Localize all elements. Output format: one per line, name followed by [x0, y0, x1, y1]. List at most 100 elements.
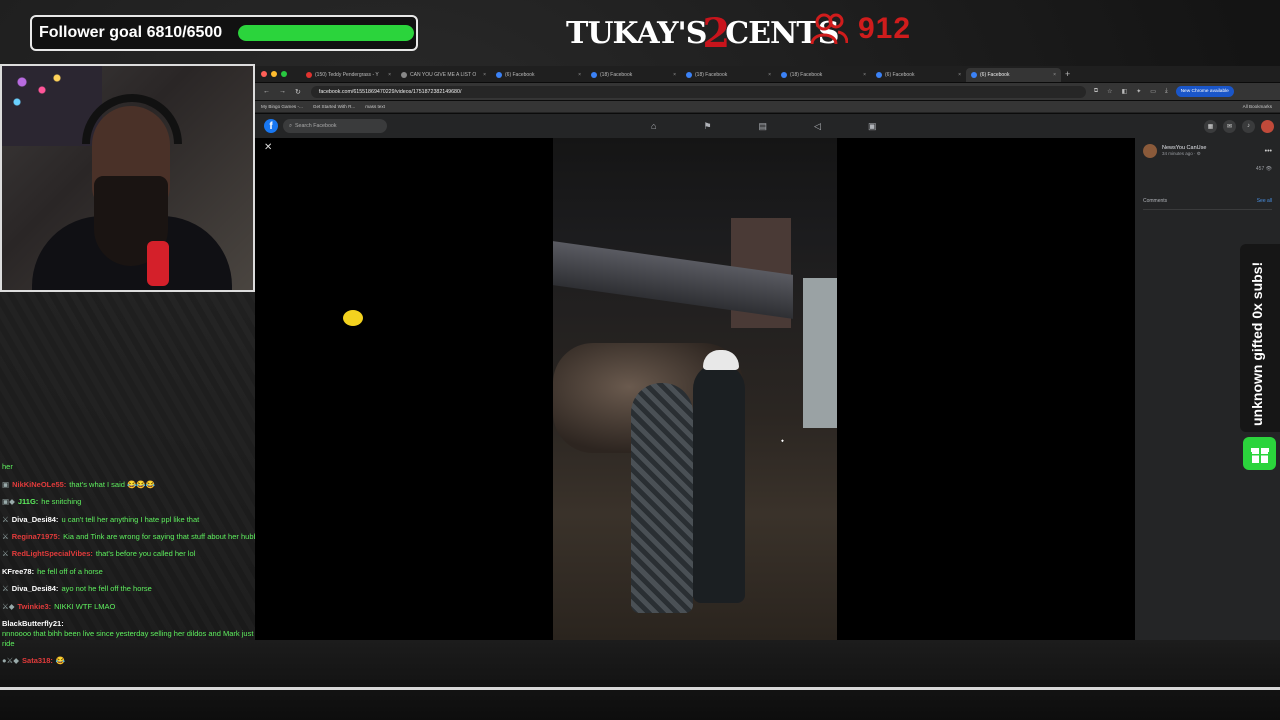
chat-text: that's what I said 😂😂😂	[69, 479, 156, 489]
tab-close-icon[interactable]: ×	[863, 72, 866, 78]
chat-username[interactable]: BlackButterfly21:	[2, 619, 64, 629]
chat-text: her	[2, 462, 13, 471]
chat-username[interactable]: Diva_Desi84:	[12, 511, 59, 529]
profile-avatar[interactable]	[1261, 119, 1274, 133]
chat-badge-icon: ⚔	[2, 532, 9, 541]
chat-message: ⚔◆ Twinkie3: NIKKI WTF LMAO	[0, 598, 270, 616]
maximize-window-button[interactable]	[281, 71, 287, 77]
tab-label: (18) Facebook	[695, 72, 728, 78]
logo-text-left: TUKAY'S	[566, 15, 707, 51]
chat-username[interactable]: RedLightSpecialVibes:	[12, 545, 93, 563]
facebook-search[interactable]: ⌕ Search Facebook	[283, 119, 387, 133]
tab-close-icon[interactable]: ×	[673, 72, 676, 78]
sidepanel-icon[interactable]: ▭	[1150, 88, 1156, 95]
video-player[interactable]	[553, 138, 837, 640]
browser-tab[interactable]: CAN YOU GIVE ME A LIST O ×	[396, 68, 491, 82]
chat-text: nnnoooo that bihh been live since yester…	[2, 629, 270, 648]
notifications-bell-icon[interactable]: ♪	[1242, 119, 1255, 133]
browser-tab[interactable]: (6) Facebook ×	[871, 68, 966, 82]
tab-close-icon[interactable]: ×	[578, 72, 581, 78]
tab-close-icon[interactable]: ×	[483, 72, 486, 78]
bookmarks-bar: My Bingo Games -... Get Started With R..…	[255, 101, 1280, 113]
extensions-icon[interactable]: ◧	[1122, 88, 1128, 95]
chat-username[interactable]: Regina71975:	[12, 532, 60, 542]
browser-tab[interactable]: (6) Facebook ×	[966, 68, 1061, 82]
chrome-update-button[interactable]: New Chrome available	[1175, 86, 1234, 97]
home-icon[interactable]: ⌂	[651, 121, 656, 132]
bookmark-item[interactable]: My Bingo Games -...	[261, 104, 303, 109]
minimize-window-button[interactable]	[271, 71, 277, 77]
facebook-logo-icon[interactable]: f	[264, 119, 278, 133]
tab-close-icon[interactable]: ×	[388, 72, 391, 78]
bookmark-item[interactable]: Get Started With R...	[313, 104, 355, 109]
close-video-icon[interactable]: ✕	[264, 142, 272, 153]
chat-username[interactable]: J11G:	[18, 493, 38, 511]
chat-message: KFree78: he fell off of a horse	[0, 563, 270, 581]
new-tab-button[interactable]: +	[1065, 69, 1070, 79]
close-window-button[interactable]	[261, 71, 267, 77]
browser-tab[interactable]: (150) Teddy Pendergrass - Y ×	[301, 68, 396, 82]
facebook-nav: ⌂ ⚑ ▤ ◁ ▣	[651, 121, 876, 132]
emoji-sticker	[343, 310, 363, 326]
chat-message: ⚔ Diva_Desi84: ayo not he fell off the hor…	[0, 580, 270, 598]
tab-close-icon[interactable]: ×	[768, 72, 771, 78]
tab-label: (6) Facebook	[885, 72, 915, 78]
download-icon[interactable]: ⤓	[1165, 88, 1168, 95]
webcam-feed	[0, 64, 255, 292]
forward-icon[interactable]: →	[279, 88, 286, 96]
chat-text: he fell off of a horse	[37, 566, 103, 576]
post-timestamp: 34 minutes ago · ⚙	[1162, 151, 1201, 156]
facebook-header: f ⌕ Search Facebook ⌂ ⚑ ▤ ◁ ▣ ▦ ✉ ♪	[255, 114, 1280, 138]
chat-badge-icon: ⚔	[2, 584, 9, 593]
chat-username[interactable]: KFree78:	[2, 563, 34, 581]
megaphone-icon[interactable]: ◁	[814, 121, 821, 132]
follower-goal-fill	[238, 25, 414, 41]
tab-close-icon[interactable]: ×	[1053, 72, 1056, 78]
tab-favicon-icon	[971, 72, 977, 78]
chat-message: ▣◆ J11G: he snitching	[0, 493, 270, 511]
browser-tab[interactable]: (18) Facebook ×	[681, 68, 776, 82]
url-text: facebook.com/61551869470229/videos/17518…	[318, 88, 462, 95]
tab-label: CAN YOU GIVE ME A LIST O	[410, 72, 477, 78]
back-icon[interactable]: ←	[263, 88, 270, 96]
reload-icon[interactable]: ↻	[295, 88, 301, 96]
menu-grid-icon[interactable]: ▦	[1204, 119, 1217, 133]
post-author-avatar[interactable]	[1143, 144, 1157, 158]
follower-goal-widget: Follower goal 6810/6500	[30, 15, 418, 51]
chat-message: ⚔ RedLightSpecialVibes: that's before you …	[0, 545, 270, 563]
browser-tab[interactable]: (18) Facebook ×	[586, 68, 681, 82]
video-person-dark	[693, 363, 745, 603]
gaming-icon[interactable]: ▣	[868, 121, 877, 132]
channel-logo: TUKAY'S 2 CENTS	[566, 10, 839, 57]
viewers-icon	[810, 13, 848, 45]
chat-username[interactable]: Twinkie3:	[18, 598, 52, 616]
browser-tab[interactable]: (6) Facebook ×	[491, 68, 586, 82]
chat-message: ▣ NikKiNeOLe55: that's what I said 😂😂😂	[0, 476, 270, 494]
more-options-icon[interactable]: •••	[1265, 148, 1272, 155]
install-icon[interactable]: ⧉	[1094, 88, 1098, 95]
chat-username[interactable]: Diva_Desi84:	[12, 580, 59, 598]
address-bar-row: ← → ↻ facebook.com/61551869470229/videos…	[255, 83, 1280, 100]
chat-username[interactable]: Sata318:	[22, 652, 53, 670]
bookmark-star-icon[interactable]: ☆	[1107, 88, 1112, 95]
browser-tab[interactable]: (18) Facebook ×	[776, 68, 871, 82]
chat-feed: her ▣ NikKiNeOLe55: that's what I said 😂😂😂 ▣…	[0, 458, 270, 670]
url-field[interactable]: facebook.com/61551869470229/videos/17518…	[310, 85, 1086, 98]
chat-username[interactable]: NikKiNeOLe55:	[12, 476, 66, 494]
bookmark-item[interactable]: mass text	[365, 104, 385, 109]
chrome-update-label: New Chrome available	[1180, 89, 1229, 94]
tab-favicon-icon	[781, 72, 787, 78]
chat-text: NIKKI WTF LMAO	[54, 601, 116, 611]
tab-close-icon[interactable]: ×	[958, 72, 961, 78]
extension-puzzle-icon[interactable]: ✦	[1136, 88, 1141, 95]
see-all-link[interactable]: See all	[1257, 198, 1272, 204]
flag-icon[interactable]: ⚑	[703, 121, 711, 132]
all-bookmarks-link[interactable]: All Bookmarks	[1243, 104, 1272, 109]
chat-text: u can't tell her anything I hate ppl lik…	[61, 514, 200, 524]
window-controls[interactable]	[261, 71, 287, 77]
tab-favicon-icon	[401, 72, 407, 78]
messenger-icon[interactable]: ✉	[1223, 119, 1236, 133]
marketplace-icon[interactable]: ▤	[759, 121, 768, 132]
gift-box-icon	[1250, 447, 1269, 463]
chat-text: Kia and Tink are wrong for saying that s…	[63, 532, 264, 541]
